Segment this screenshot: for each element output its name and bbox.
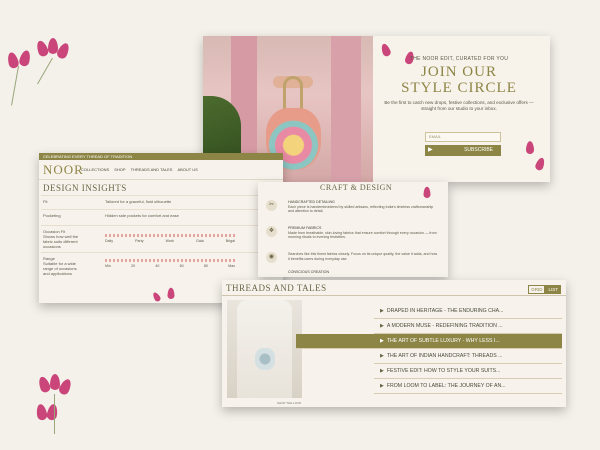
lotus-decoration-bottom-left [32, 374, 82, 444]
pouch-image [255, 348, 275, 370]
insight-row-fit: Fit Tailored for a graceful, fluid silho… [41, 195, 281, 209]
chevron-right-icon: ▶ [380, 308, 384, 314]
range-bar [105, 259, 235, 262]
nav-item-threads[interactable]: THREADS AND TALES [131, 167, 173, 172]
article-item[interactable]: ▶ THE ART OF INDIAN HANDCRAFT: THREADS ..… [374, 349, 562, 364]
site-logo[interactable]: NOOR [43, 162, 84, 178]
insight-row-range: Range Suitable for a wide range of occas… [41, 252, 281, 278]
threads-tales-title: THREADS AND TALES [226, 283, 327, 293]
fabric-icon: ❖ [266, 226, 277, 237]
chevron-right-icon: ▶ [380, 383, 384, 389]
occasion-scale: Daily Party Work Gala Brigal [105, 239, 235, 243]
nav-item-collections[interactable]: COLLECTIONS [81, 167, 109, 172]
chevron-right-icon: ▶ [380, 353, 384, 359]
section-title: DESIGN INSIGHTS [43, 183, 127, 193]
insight-row-pocketing: Pocketing Hidden side pockets for comfor… [41, 209, 281, 223]
lotus-decoration-panel-b [151, 283, 194, 303]
article-item[interactable]: ▶ FROM LOOM TO LABEL: THE JOURNEY OF AN..… [374, 379, 562, 394]
globe-icon: ◉ [266, 252, 277, 263]
lotus-decoration-panel-c [418, 182, 448, 202]
chevron-right-icon: ▶ [428, 147, 433, 153]
article-item-active[interactable]: ▶ THE ART OF SUBTLE LUXURY - WHY LESS I..… [296, 334, 562, 349]
site-nav: NOOR COLLECTIONS SHOP THREADS AND TALES … [39, 160, 283, 180]
announcement-bar: CELEBRATING EVERY THREAD OF TRADITION [39, 153, 283, 160]
newsletter-kicker: THE NOOR EDIT, CURATED FOR YOU [409, 56, 509, 62]
occasion-bar [105, 234, 235, 237]
nav-menu: COLLECTIONS SHOP THREADS AND TALES ABOUT… [81, 167, 198, 172]
lotus-decoration-top-left [0, 36, 80, 106]
list-toggle-button[interactable]: LIST [545, 285, 561, 294]
craft-design-title: CRAFT & DESIGN [320, 183, 393, 192]
nav-item-about[interactable]: ABOUT US [177, 167, 197, 172]
insight-row-occasion: Occasion Fit Shows how well the fabric s… [41, 225, 281, 251]
chevron-right-icon: ▶ [380, 338, 384, 344]
craft-footer: CONSCIOUS CREATION [288, 270, 330, 274]
newsletter-blurb: Be the first to catch new drops, festive… [384, 100, 534, 111]
newsletter-copy: THE NOOR EDIT, CURATED FOR YOU JOIN OUR … [381, 56, 537, 112]
nav-item-shop[interactable]: SHOP [114, 167, 125, 172]
article-item[interactable]: ▶ A MODERN MUSE - REDEFINING TRADITION ..… [374, 319, 562, 334]
article-photo [227, 300, 302, 398]
lotus-decoration-panel-a-right [523, 136, 547, 176]
article-item[interactable]: ▶ FESTIVE EDIT: HOW TO STYLE YOUR SUITS..… [374, 364, 562, 379]
subscribe-button[interactable]: ▶ SUBSCRIBE [425, 145, 501, 156]
craft-design-panel: CRAFT & DESIGN ✂ HANDCRAFTED DETAILING E… [258, 182, 448, 277]
chevron-right-icon: ▶ [380, 368, 384, 374]
threads-tales-panel: THREADS AND TALES GRID LIST SHOP THE LOO… [222, 280, 566, 407]
divider [222, 295, 566, 296]
needle-icon: ✂ [266, 200, 277, 211]
article-item[interactable]: ▶ DRAPED IN HERITAGE - THE ENDURING CHA..… [374, 304, 562, 319]
article-list: ▶ DRAPED IN HERITAGE - THE ENDURING CHA..… [296, 304, 562, 394]
chevron-right-icon: ▶ [380, 323, 384, 329]
email-field[interactable]: EMAIL [425, 132, 501, 142]
newsletter-headline: JOIN OUR STYLE CIRCLE [401, 64, 517, 96]
range-scale: Min 20 40 60 80 Max [105, 264, 235, 268]
grid-toggle-button[interactable]: GRID [528, 285, 546, 294]
view-toggle: GRID LIST [528, 285, 561, 294]
photo-caption: SHOP THE LOOK [277, 401, 302, 405]
